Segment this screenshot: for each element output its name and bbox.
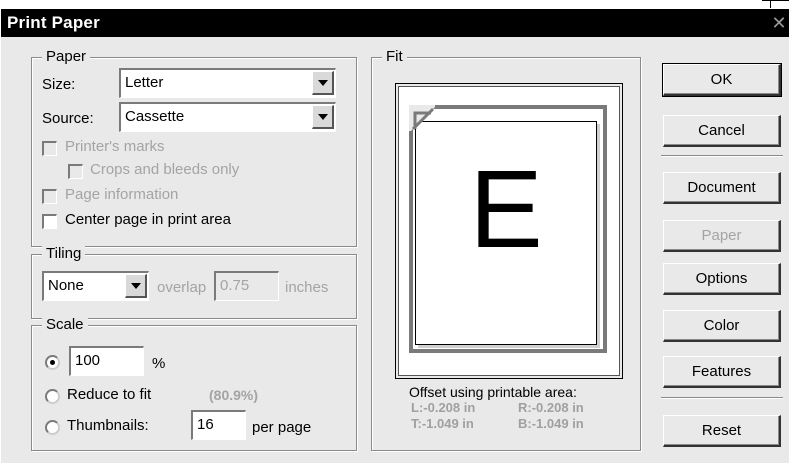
button-separator: [661, 397, 783, 399]
offset-right: R:-0.208 in: [518, 400, 584, 415]
reduce-to-fit-label: Reduce to fit: [67, 386, 152, 403]
window-title: Print Paper: [7, 13, 100, 32]
thumbnails-label: Thumbnails:: [67, 417, 149, 434]
frame-corner-line: [770, 0, 771, 8]
size-value: Letter: [125, 74, 164, 91]
page-information-label: Page information: [65, 186, 179, 203]
printers-marks-label: Printer's marks: [65, 138, 165, 155]
scale-percent-input[interactable]: 100: [69, 346, 144, 376]
source-label: Source:: [42, 110, 94, 127]
scale-percent-radio[interactable]: [45, 355, 60, 370]
preview-letter: E: [469, 148, 543, 271]
tiling-mode-value: None: [48, 277, 84, 294]
offset-left: L:-0.208 in: [411, 400, 476, 415]
source-dropdown[interactable]: Cassette: [119, 102, 336, 132]
print-paper-dialog: Print Paper ✕ Paper Size: Letter Source:…: [0, 8, 789, 463]
offset-bottom: B:-1.049 in: [518, 416, 584, 431]
chevron-down-icon[interactable]: [125, 274, 147, 298]
reduce-percent-value: (80.9%): [209, 387, 259, 403]
overlap-units: inches: [285, 279, 329, 296]
document-button[interactable]: Document: [663, 172, 781, 204]
crops-only-label: Crops and bleeds only: [90, 161, 240, 178]
reset-button[interactable]: Reset: [663, 415, 781, 447]
paper-button[interactable]: Paper: [663, 220, 781, 252]
cancel-button[interactable]: Cancel: [663, 115, 781, 147]
title-bar: Print Paper ✕: [1, 9, 789, 37]
paper-group-title: Paper: [42, 48, 91, 66]
center-page-checkbox[interactable]: [42, 214, 57, 229]
page-fold-icon: [409, 105, 435, 131]
overlap-input[interactable]: 0.75: [214, 271, 279, 301]
thumbnails-input[interactable]: 16: [191, 410, 246, 440]
page-information-checkbox[interactable]: [42, 189, 57, 204]
scale-group-title: Scale: [42, 316, 88, 334]
offset-heading: Offset using printable area:: [409, 384, 577, 400]
crops-only-checkbox[interactable]: [68, 164, 83, 179]
per-page-label: per page: [252, 419, 312, 436]
center-page-label: Center page in print area: [65, 211, 231, 228]
source-value: Cassette: [125, 108, 185, 125]
reduce-to-fit-radio[interactable]: [45, 389, 60, 404]
close-icon[interactable]: ✕: [769, 13, 789, 33]
ok-button[interactable]: OK: [662, 63, 782, 97]
printers-marks-checkbox[interactable]: [42, 141, 57, 156]
options-button[interactable]: Options: [663, 263, 781, 295]
frame-corner-line: [762, 0, 789, 1]
size-label: Size:: [42, 76, 76, 93]
features-button[interactable]: Features: [663, 356, 781, 388]
chevron-down-icon[interactable]: [312, 105, 334, 129]
tiling-mode-dropdown[interactable]: None: [42, 271, 149, 301]
thumbnails-radio[interactable]: [45, 420, 60, 435]
fit-group-title: Fit: [382, 48, 407, 66]
button-separator: [661, 155, 783, 157]
offset-top: T:-1.049 in: [411, 416, 474, 431]
color-button[interactable]: Color: [663, 310, 781, 342]
percent-sign: %: [152, 355, 166, 372]
chevron-down-icon[interactable]: [312, 71, 334, 95]
tiling-group-title: Tiling: [42, 245, 86, 263]
overlap-label: overlap: [157, 279, 207, 296]
size-dropdown[interactable]: Letter: [119, 68, 336, 98]
